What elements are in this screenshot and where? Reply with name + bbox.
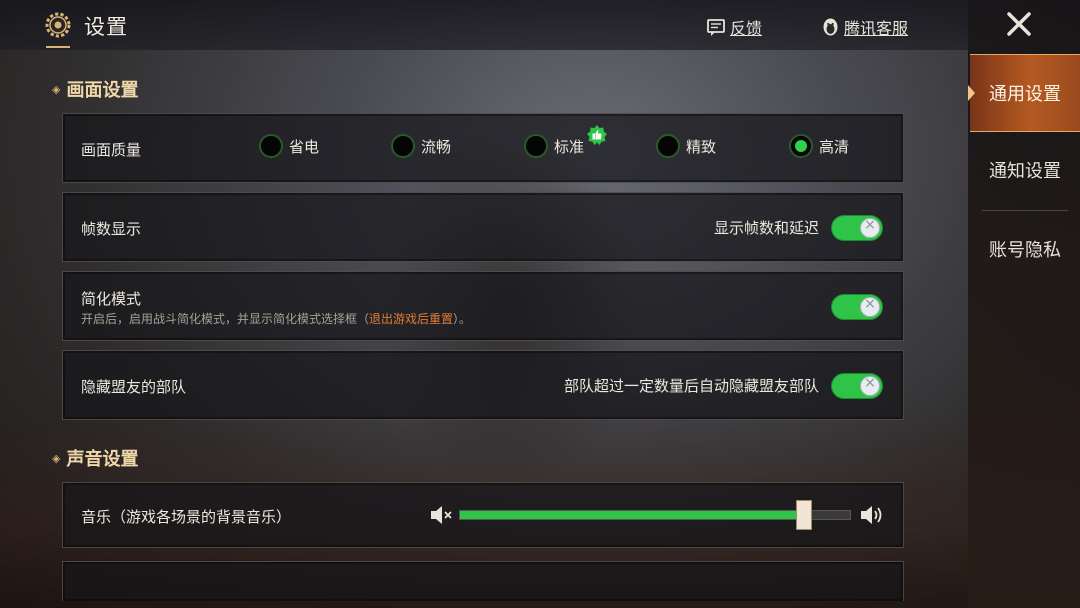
quality-option-label: 高清 xyxy=(819,137,850,156)
tab-notification-label: 通知设置 xyxy=(989,161,1061,182)
page-title: 设置 xyxy=(84,15,128,39)
title-underline xyxy=(46,46,70,48)
simple-mode-toggle[interactable] xyxy=(831,294,883,320)
simple-mode-panel: 简化模式 开启后，启用战斗简化模式，并显示简化模式选择框（退出游戏后重置）。 xyxy=(62,271,904,341)
quality-option-refined[interactable]: 精致 xyxy=(656,134,716,158)
section-title-sound-text: 声音设置 xyxy=(66,449,139,470)
quality-option-label: 标准 xyxy=(554,137,585,156)
section-title-display-text: 画面设置 xyxy=(66,80,139,101)
quality-option-label: 流畅 xyxy=(421,137,452,156)
music-volume-panel: 音乐（游戏各场景的背景音乐） xyxy=(62,482,904,548)
quality-option-smooth[interactable]: 流畅 xyxy=(391,134,451,158)
fps-display-label: 帧数显示 xyxy=(81,220,142,238)
tab-account-privacy[interactable]: 账号隐私 xyxy=(970,211,1080,287)
section-title-sound: ◈ 声音设置 xyxy=(52,445,138,471)
music-volume-slider[interactable] xyxy=(459,510,851,520)
tab-general-label: 通用设置 xyxy=(989,84,1061,105)
hide-allies-toggle[interactable] xyxy=(831,373,883,399)
feedback-label: 反馈 xyxy=(730,19,763,38)
hide-allies-description: 部队超过一定数量后自动隐藏盟友部队 xyxy=(563,377,819,395)
simple-mode-description: 开启后，启用战斗简化模式，并显示简化模式选择框（退出游戏后重置）。 xyxy=(81,310,471,327)
graphics-quality-panel: 画面质量 省电 流畅 标准 精致 高清 xyxy=(62,113,904,183)
simple-mode-desc-prefix: 开启后，启用战斗简化模式，并显示简化模式选择框（ xyxy=(81,312,370,326)
radio-dot xyxy=(524,134,548,158)
graphics-quality-label: 画面质量 xyxy=(81,141,142,159)
top-header: 设置 反馈 腾讯客服 xyxy=(0,0,968,50)
toggle-knob xyxy=(860,217,880,238)
radio-dot xyxy=(656,134,680,158)
music-volume-handle[interactable] xyxy=(795,500,812,530)
hide-allies-panel: 隐藏盟友的部队 部队超过一定数量后自动隐藏盟友部队 xyxy=(62,350,904,420)
quality-option-hd[interactable]: 高清 xyxy=(789,134,849,158)
feedback-icon xyxy=(707,18,725,36)
simple-mode-desc-suffix: ）。 xyxy=(453,312,472,326)
quality-option-label: 省电 xyxy=(289,137,320,156)
customer-service-link[interactable]: 腾讯客服 xyxy=(820,15,908,39)
recommended-thumbs-up-icon xyxy=(587,125,607,145)
hide-allies-label: 隐藏盟友的部队 xyxy=(81,378,187,396)
diamond-icon: ◈ xyxy=(52,451,61,465)
fps-display-description: 显示帧数和延迟 xyxy=(713,219,819,237)
section-title-display: ◈ 画面设置 xyxy=(52,76,138,102)
radio-dot xyxy=(259,134,283,158)
close-icon[interactable] xyxy=(1003,8,1035,40)
customer-service-label: 腾讯客服 xyxy=(844,19,909,38)
diamond-icon: ◈ xyxy=(52,82,61,96)
qq-penguin-icon xyxy=(823,18,838,35)
gear-icon xyxy=(45,12,71,38)
volume-max-icon[interactable] xyxy=(859,503,885,527)
simple-mode-label: 简化模式 xyxy=(81,290,142,308)
quality-option-label: 精致 xyxy=(686,137,717,156)
mute-icon[interactable] xyxy=(429,503,455,527)
tab-notification-settings[interactable]: 通知设置 xyxy=(970,132,1080,208)
fps-display-toggle[interactable] xyxy=(831,215,883,241)
feedback-link[interactable]: 反馈 xyxy=(706,15,762,39)
quality-option-standard[interactable]: 标准 xyxy=(524,134,584,158)
tab-privacy-label: 账号隐私 xyxy=(989,240,1061,261)
tab-general-settings[interactable]: 通用设置 xyxy=(968,54,1080,132)
radio-dot xyxy=(391,134,415,158)
next-setting-panel xyxy=(62,561,904,601)
toggle-knob xyxy=(860,296,880,317)
music-volume-fill xyxy=(460,511,804,519)
radio-dot-selected xyxy=(789,134,813,158)
quality-option-power-saving[interactable]: 省电 xyxy=(259,134,319,158)
toggle-knob xyxy=(860,375,880,396)
music-volume-label: 音乐（游戏各场景的背景音乐） xyxy=(81,508,292,526)
simple-mode-desc-highlight: 退出游戏后重置 xyxy=(369,312,454,326)
fps-display-panel: 帧数显示 显示帧数和延迟 xyxy=(62,192,904,262)
